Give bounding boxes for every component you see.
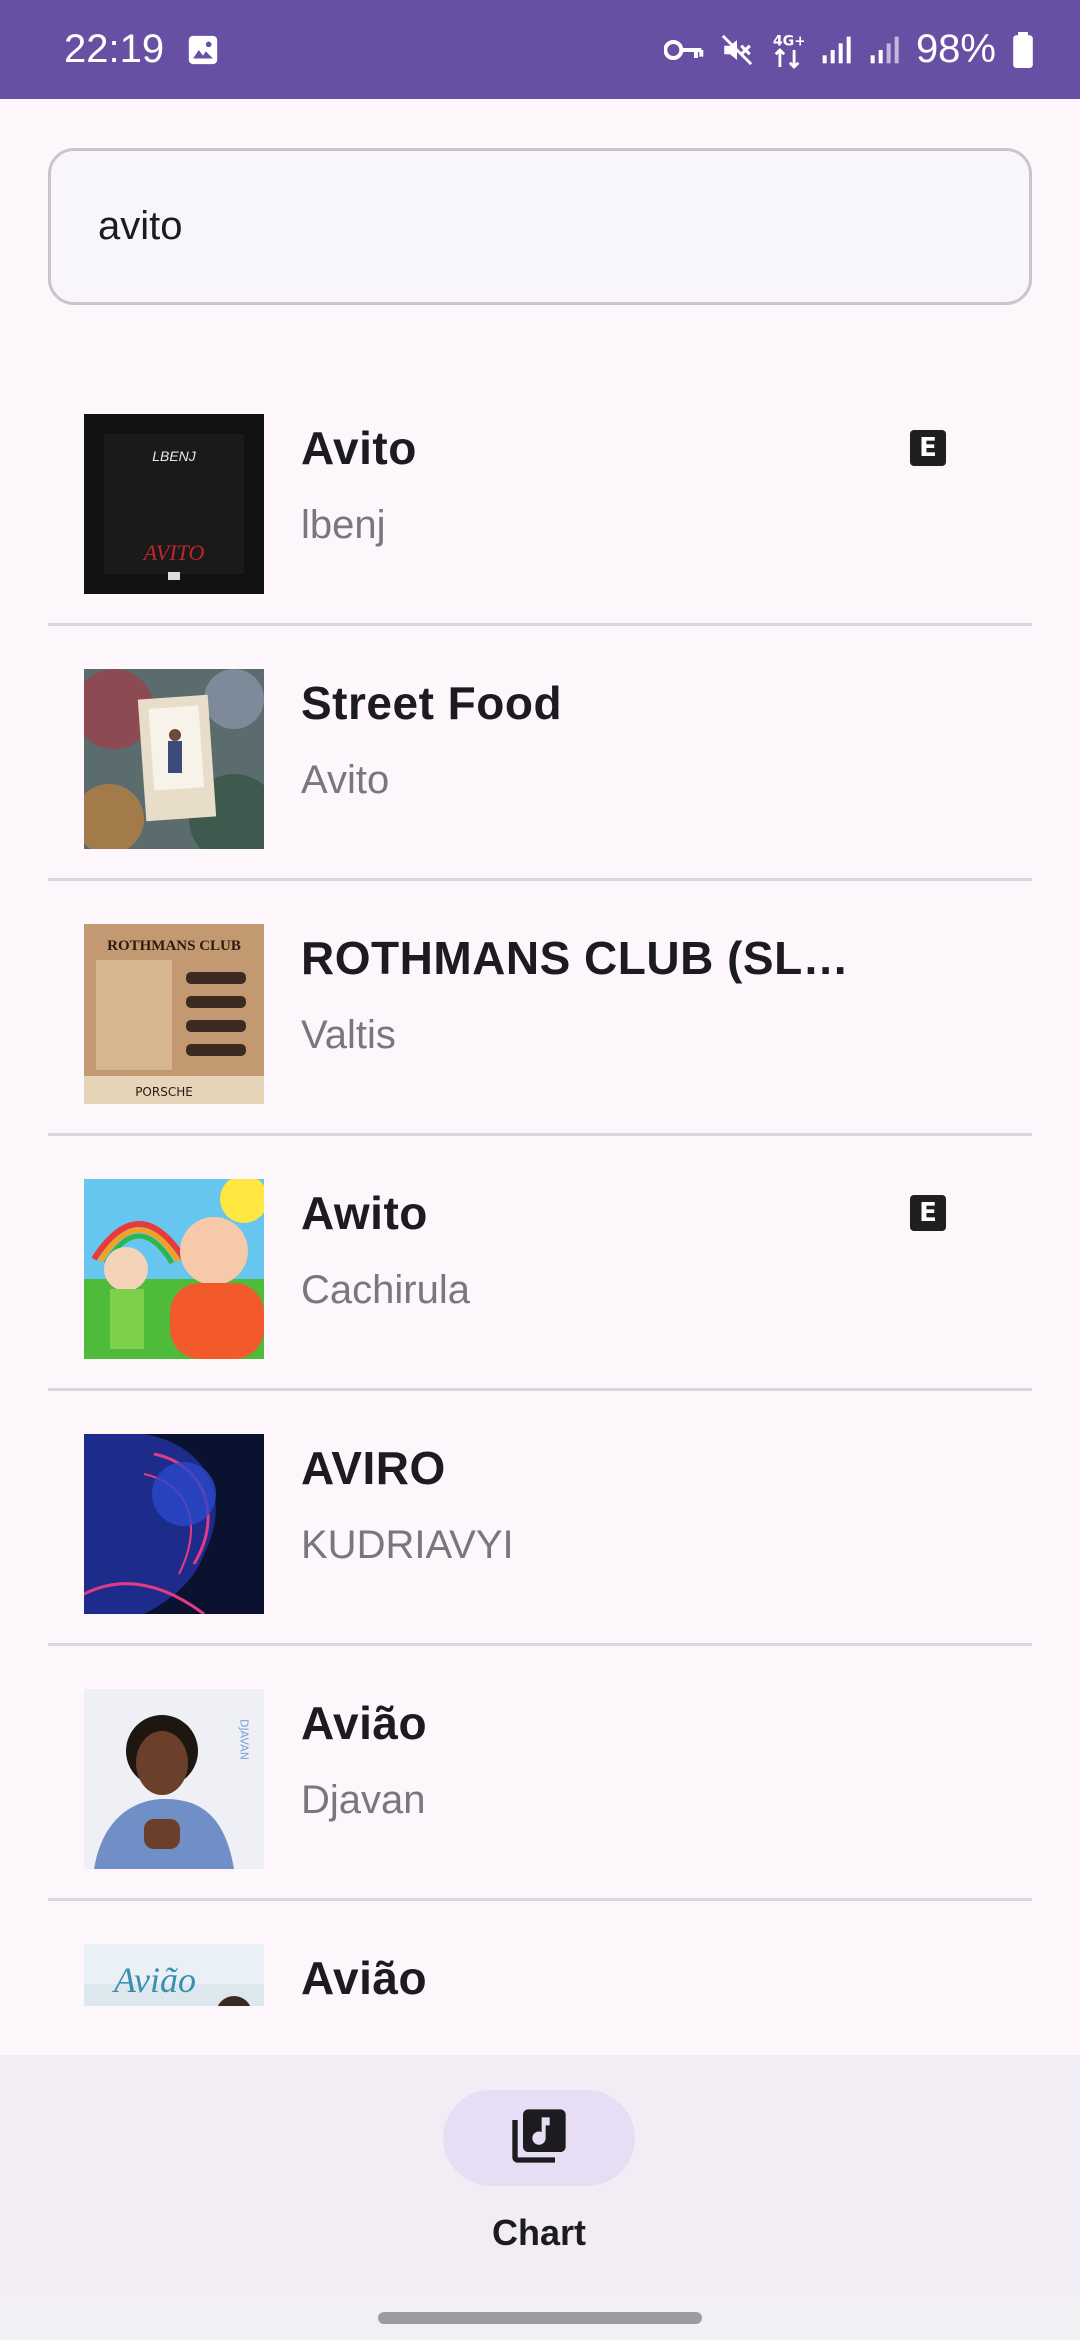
nav-pill[interactable] [443,2090,635,2186]
svg-text:PORSCHE: PORSCHE [135,1085,193,1099]
explicit-badge: E [910,1195,946,1231]
image-icon [186,33,220,67]
results-list[interactable]: LBENJ AVITO Avito lbenj E Street Food Av… [48,371,1032,2051]
bottom-navigation: Chart [0,2055,1080,2295]
svg-text:4G+: 4G+ [773,33,804,49]
album-cover [84,1179,264,1359]
album-cover [84,669,264,849]
signal-icon [868,33,900,67]
signal-icon [820,33,852,67]
track-artist: Avito [301,758,390,802]
track-title: AVIRO [301,1442,446,1494]
album-cover: LBENJ AVITO [84,414,264,594]
svg-text:LBENJ: LBENJ [152,448,197,464]
track-row[interactable]: Street Food Avito [48,626,1032,881]
track-title: Avião [301,1697,428,1749]
svg-text:ROTHMANS CLUB: ROTHMANS CLUB [107,938,241,954]
track-title: ROTHMANS CLUB (SL… [301,932,850,984]
track-row[interactable]: Awito Cachirula E [48,1136,1032,1391]
track-row[interactable]: DJAVAN Avião Djavan [48,1646,1032,1901]
album-cover [84,1434,264,1614]
track-title: Awito [301,1187,428,1239]
track-row[interactable]: LBENJ AVITO Avito lbenj E [48,371,1032,626]
album-cover: DJAVAN [84,1689,264,1869]
track-title: Street Food [301,677,563,729]
album-cover: Avião [84,1944,264,2006]
track-artist: Valtis [301,1013,396,1057]
clock: 22:19 [64,27,165,71]
track-row[interactable]: AVIRO KUDRIAVYI [48,1391,1032,1646]
music-library-icon [507,2104,571,2173]
mute-icon [720,33,754,67]
svg-text:DJAVAN: DJAVAN [238,1719,251,1760]
gesture-handle[interactable] [378,2312,702,2324]
track-row[interactable]: Avião Avião [48,1901,1032,2051]
battery-icon [1012,31,1034,68]
album-cover: ROTHMANS CLUB PORSCHE [84,924,264,1104]
track-title: Avito [301,422,417,474]
vpn-key-icon [663,35,704,65]
nav-label: Chart [491,2212,586,2253]
svg-text:AVITO: AVITO [142,540,205,565]
battery-percent: 98% [915,27,996,71]
track-artist: Djavan [301,1778,426,1822]
track-row[interactable]: ROTHMANS CLUB PORSCHE ROTHMANS CLUB (SL…… [48,881,1032,1136]
status-bar: 22:19 4G+ 98% [0,0,1080,99]
nav-item-chart[interactable]: Chart [443,2090,635,2286]
search-input[interactable] [96,203,1029,250]
track-artist: lbenj [301,503,386,547]
track-artist: KUDRIAVYI [301,1523,514,1567]
track-title: Avião [301,1952,428,2004]
svg-text:Avião: Avião [112,1960,196,2000]
search-field[interactable] [48,148,1032,305]
4g-data-icon: 4G+ [770,30,804,70]
explicit-badge: E [910,430,946,466]
track-artist: Cachirula [301,1268,470,1312]
